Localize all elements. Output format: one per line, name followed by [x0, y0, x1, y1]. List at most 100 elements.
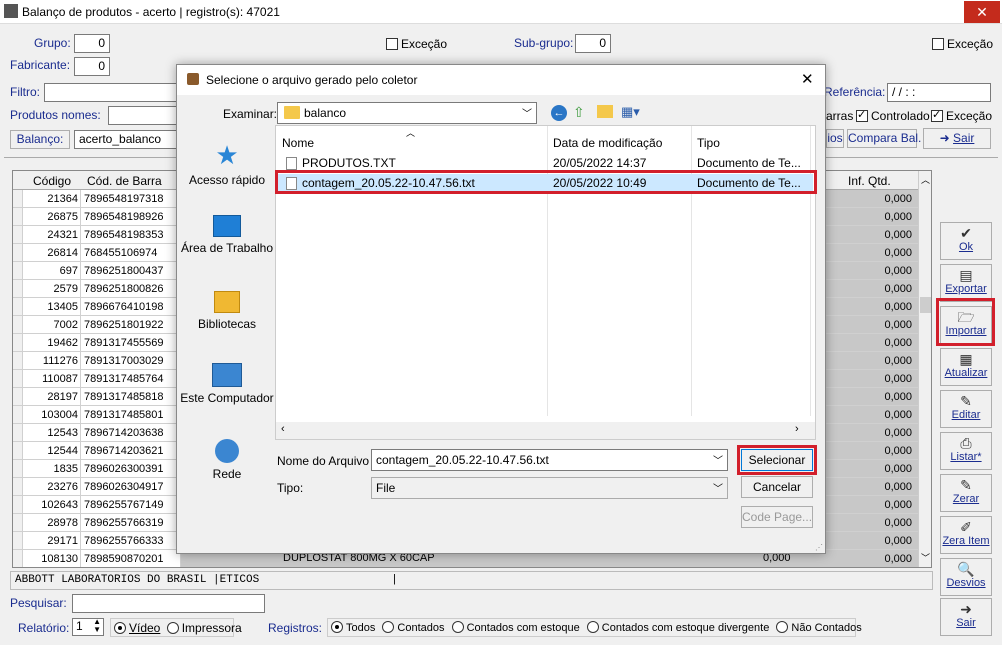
scroll-left-icon[interactable]: ‹: [281, 423, 285, 435]
nao-contados-radio[interactable]: Não Contados: [776, 621, 862, 634]
scroll-right-icon[interactable]: ›: [795, 423, 799, 435]
tipo-select[interactable]: File ﹀: [371, 477, 728, 499]
ok-button[interactable]: ✔ Ok: [940, 222, 992, 260]
pesquisar-input[interactable]: [72, 594, 265, 613]
row-indicator[interactable]: [13, 334, 23, 352]
row-indicator[interactable]: [13, 424, 23, 442]
row-indicator[interactable]: [13, 478, 23, 496]
cell-barra: 7896714203638: [81, 424, 181, 442]
row-indicator[interactable]: [13, 406, 23, 424]
resize-grip-icon[interactable]: ⋰: [815, 543, 823, 552]
row-indicator[interactable]: [13, 514, 23, 532]
excecao-checkbox-2[interactable]: Exceção: [932, 37, 993, 51]
editar-button[interactable]: ✎ Editar: [940, 390, 992, 428]
todos-radio[interactable]: Todos: [331, 621, 375, 634]
grid-scrollbar[interactable]: ︿ ﹀: [918, 171, 931, 567]
folder-select[interactable]: balanco ﹀: [277, 102, 537, 124]
cell-barra: 7891317485818: [81, 388, 181, 406]
row-indicator[interactable]: [13, 496, 23, 514]
cell-codigo: 23276: [23, 478, 81, 496]
row-indicator[interactable]: [13, 244, 23, 262]
sair-button[interactable]: ➜ Sair: [940, 598, 992, 636]
cancelar-button[interactable]: Cancelar: [741, 476, 813, 498]
fabricante-input[interactable]: 0: [74, 57, 110, 76]
cell-codigo: 26875: [23, 208, 81, 226]
row-indicator[interactable]: [13, 280, 23, 298]
filtro-input[interactable]: [44, 83, 179, 102]
col-tipo-header[interactable]: Tipo: [697, 136, 720, 150]
row-indicator[interactable]: [13, 460, 23, 478]
contados-radio[interactable]: Contados: [382, 621, 445, 634]
subgrupo-input[interactable]: 0: [575, 34, 611, 53]
relatorio-spinner[interactable]: 1 ▲ ▼: [72, 618, 104, 636]
col-infqtd-header[interactable]: Inf. Qtd.: [848, 174, 891, 188]
rios-button[interactable]: ios: [826, 129, 844, 148]
contados-estoque-radio[interactable]: Contados com estoque: [451, 621, 580, 634]
place-este-computador[interactable]: Este Computador: [177, 363, 277, 405]
row-indicator[interactable]: [13, 388, 23, 406]
place-rede[interactable]: Rede: [177, 439, 277, 481]
balanco-button[interactable]: Balanço:: [10, 130, 70, 149]
scroll-thumb[interactable]: [920, 297, 931, 313]
exportar-button[interactable]: ▤ Exportar: [940, 264, 992, 302]
view-menu-icon[interactable]: ▦▾: [621, 104, 640, 120]
row-indicator[interactable]: [13, 190, 23, 208]
nome-arquivo-input[interactable]: contagem_20.05.22-10.47.56.txt ﹀: [371, 449, 728, 471]
up-folder-icon[interactable]: ⇧: [573, 104, 585, 121]
place-bibliotecas[interactable]: Bibliotecas: [177, 291, 277, 331]
grupo-input[interactable]: 0: [74, 34, 110, 53]
spin-arrows-icon[interactable]: ▲ ▼: [93, 619, 101, 634]
code-page-button[interactable]: Code Page...: [741, 506, 813, 528]
row-indicator[interactable]: [13, 442, 23, 460]
back-icon[interactable]: ←: [551, 105, 567, 121]
scroll-down-icon[interactable]: ﹀: [921, 551, 930, 564]
controlado-checkbox[interactable]: Controlado: [856, 108, 930, 123]
cell-barra: 7896026300391: [81, 460, 181, 478]
row-indicator[interactable]: [13, 370, 23, 388]
cell-codigo: 111276: [23, 352, 81, 370]
sair-top-button[interactable]: ➜ Sair: [923, 128, 991, 149]
row-indicator[interactable]: [13, 262, 23, 280]
output-group: Vídeo Impressora: [110, 618, 242, 637]
cell-codigo: 103004: [23, 406, 81, 424]
produtos-nomes-input[interactable]: [108, 106, 179, 125]
col-codigo-header[interactable]: Código: [33, 174, 71, 188]
dialog-close-icon[interactable]: ✕: [801, 70, 814, 88]
referencia-input[interactable]: / / : :: [887, 83, 991, 102]
excecao-checkbox-1[interactable]: Exceção: [386, 37, 447, 51]
chevron-down-icon[interactable]: ﹀: [713, 452, 723, 467]
row-indicator[interactable]: [13, 298, 23, 316]
new-folder-icon[interactable]: [597, 105, 613, 118]
file-highlight: [275, 170, 817, 194]
cell-barra: 7896714203621: [81, 442, 181, 460]
zerar-button[interactable]: ✎ Zerar: [940, 474, 992, 512]
video-radio[interactable]: Vídeo: [114, 621, 160, 635]
listar-button[interactable]: ⎙ Listar*: [940, 432, 992, 470]
col-data-header[interactable]: Data de modificação: [553, 136, 662, 150]
compara-bal-button[interactable]: Compara Bal.: [847, 129, 921, 148]
row-indicator[interactable]: [13, 532, 23, 550]
scroll-up-icon[interactable]: ︿: [921, 173, 930, 186]
chevron-down-icon[interactable]: ﹀: [713, 480, 723, 495]
place-acesso-rapido[interactable]: ★ Acesso rápido: [177, 141, 277, 187]
balanco-input[interactable]: acerto_balanco: [74, 130, 179, 149]
excecao-checkbox-3[interactable]: Exceção: [931, 108, 992, 123]
horizontal-scrollbar[interactable]: ‹ ›: [276, 422, 815, 439]
row-indicator[interactable]: [13, 316, 23, 334]
check-icon: ✔: [960, 225, 972, 241]
desvios-button[interactable]: 🔍 Desvios: [940, 558, 992, 596]
row-indicator[interactable]: [13, 550, 23, 567]
contados-divergente-radio[interactable]: Contados com estoque divergente: [586, 621, 769, 634]
impressora-radio[interactable]: Impressora: [166, 621, 242, 635]
place-area-trabalho[interactable]: Área de Trabalho: [177, 215, 277, 255]
atualizar-button[interactable]: ▦ Atualizar: [940, 348, 992, 386]
col-nome-header[interactable]: Nome: [282, 136, 314, 150]
row-indicator[interactable]: [13, 226, 23, 244]
col-barra-header[interactable]: Cód. de Barra: [87, 174, 162, 188]
cell-barra: 7896548198353: [81, 226, 181, 244]
row-indicator[interactable]: [13, 352, 23, 370]
close-window-button[interactable]: ✕: [964, 1, 1000, 23]
row-indicator[interactable]: [13, 208, 23, 226]
chevron-down-icon[interactable]: ﹀: [522, 105, 532, 120]
zera-item-button[interactable]: ✐ Zera Item: [940, 516, 992, 554]
